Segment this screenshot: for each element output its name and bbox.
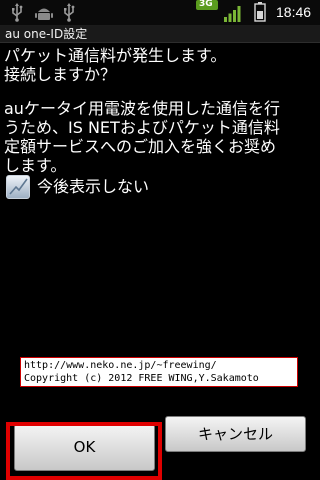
clock: 18:46	[276, 4, 312, 20]
status-bar: 3G 18:46	[0, 0, 320, 26]
dialog-title: au one-ID設定	[5, 27, 88, 41]
message-notice: auケータイ用電波を使用した通信を行 うため、IS NETおよびパケット通信料 …	[4, 99, 316, 175]
message-line: 接続しますか？	[4, 65, 117, 84]
network-type-label: 3G	[199, 0, 213, 9]
usb-icon	[64, 3, 75, 22]
ok-button-highlight	[6, 422, 162, 480]
battery-icon	[254, 2, 266, 22]
dialog-title-bar: au one-ID設定	[0, 26, 320, 43]
dont-show-again-checkbox-row[interactable]: 今後表示しない	[6, 175, 256, 201]
credit-copyright: Copyright (c) 2012 FREE WING,Y.Sakamoto	[24, 373, 259, 384]
credit-url: http://www.neko.ne.jp/~freewing/	[24, 360, 217, 371]
message-line: パケット通信料が発生します。	[4, 46, 227, 65]
signal-icon	[224, 6, 241, 22]
dont-show-again-label[interactable]: 今後表示しない	[37, 177, 149, 197]
checkmark-icon	[9, 178, 28, 195]
cancel-button[interactable]: キャンセル	[165, 416, 306, 452]
network-3g-icon: 3G	[196, 0, 218, 10]
credit-box: http://www.neko.ne.jp/~freewing/ Copyrig…	[20, 357, 298, 387]
message-line: うため、IS NETおよびパケット通信料	[4, 118, 280, 137]
dont-show-again-checkbox[interactable]	[6, 175, 30, 199]
message-line: auケータイ用電波を使用した通信を行	[4, 99, 280, 118]
message-line: します。	[4, 156, 67, 175]
message-confirm: パケット通信料が発生します。 接続しますか？	[4, 46, 316, 84]
usb-icon	[12, 3, 23, 22]
android-debug-icon	[35, 8, 53, 20]
message-line: 定額サービスへのご加入を強くお奨め	[4, 137, 277, 156]
